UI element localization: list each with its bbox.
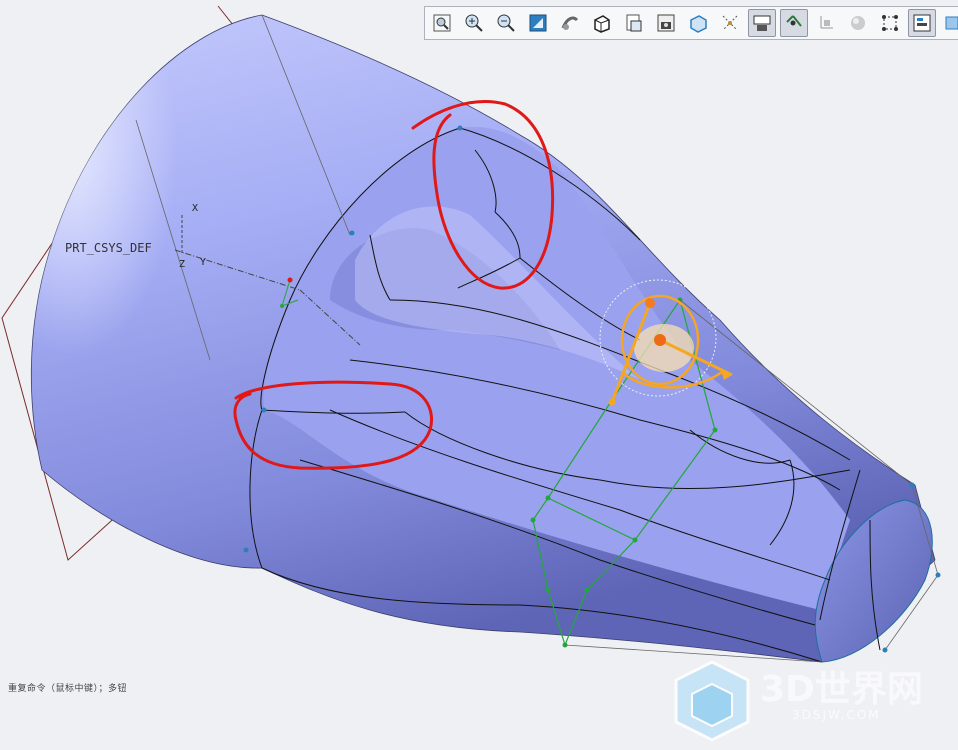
annotation-display-button[interactable]: [748, 9, 776, 37]
zoom-window-button[interactable]: [428, 9, 456, 37]
point-display-button[interactable]: [780, 9, 808, 37]
model-tree-icon: [913, 14, 931, 32]
csys-display-icon: [820, 16, 833, 29]
saved-views-icon: [626, 14, 642, 32]
annotation-display-icon: [753, 15, 771, 31]
graphics-toolbar: [424, 6, 958, 40]
perspective-view-icon: [690, 15, 707, 33]
model-tree-button[interactable]: [908, 9, 936, 37]
watermark-text: 3D世界网: [760, 669, 923, 710]
point-display-icon: [786, 15, 802, 27]
watermark-url: 3DSJW.COM: [792, 708, 881, 722]
display-style-icon: [594, 15, 610, 33]
datum-display-icon: [722, 15, 738, 31]
zoom-out-icon: [497, 14, 515, 32]
zoom-in-icon: [465, 14, 483, 32]
csys-display-button[interactable]: [812, 9, 840, 37]
y-axis-label: Y: [200, 257, 207, 268]
view-manager-button[interactable]: [652, 9, 680, 37]
zoom-in-button[interactable]: [460, 9, 488, 37]
status-message: 重复命令（鼠标中键）；多钮: [8, 684, 128, 694]
csys-label: PRT_CSYS_DEF: [65, 241, 152, 255]
zoom-out-button[interactable]: [492, 9, 520, 37]
more-icon: [945, 16, 958, 30]
x-axis-label: X: [192, 203, 199, 214]
refit-button[interactable]: [524, 9, 552, 37]
graphics-viewport[interactable]: [0, 0, 958, 750]
datum-display-button[interactable]: [716, 9, 744, 37]
refit-icon: [529, 14, 547, 32]
more-button[interactable]: [940, 9, 958, 37]
view-manager-icon: [657, 14, 675, 32]
repaint-icon: [561, 16, 579, 30]
perspective-view-button[interactable]: [684, 9, 712, 37]
plane-display-button[interactable]: [876, 9, 904, 37]
display-style-button[interactable]: [588, 9, 616, 37]
spin-center-button[interactable]: [844, 9, 872, 37]
zoom-window-icon: [433, 14, 451, 32]
saved-views-button[interactable]: [620, 9, 648, 37]
spin-center-icon: [851, 16, 865, 30]
z-axis-label: Z: [179, 259, 186, 270]
plane-display-icon: [882, 15, 898, 31]
watermark-logo-icon: [674, 660, 750, 742]
repaint-button[interactable]: [556, 9, 584, 37]
